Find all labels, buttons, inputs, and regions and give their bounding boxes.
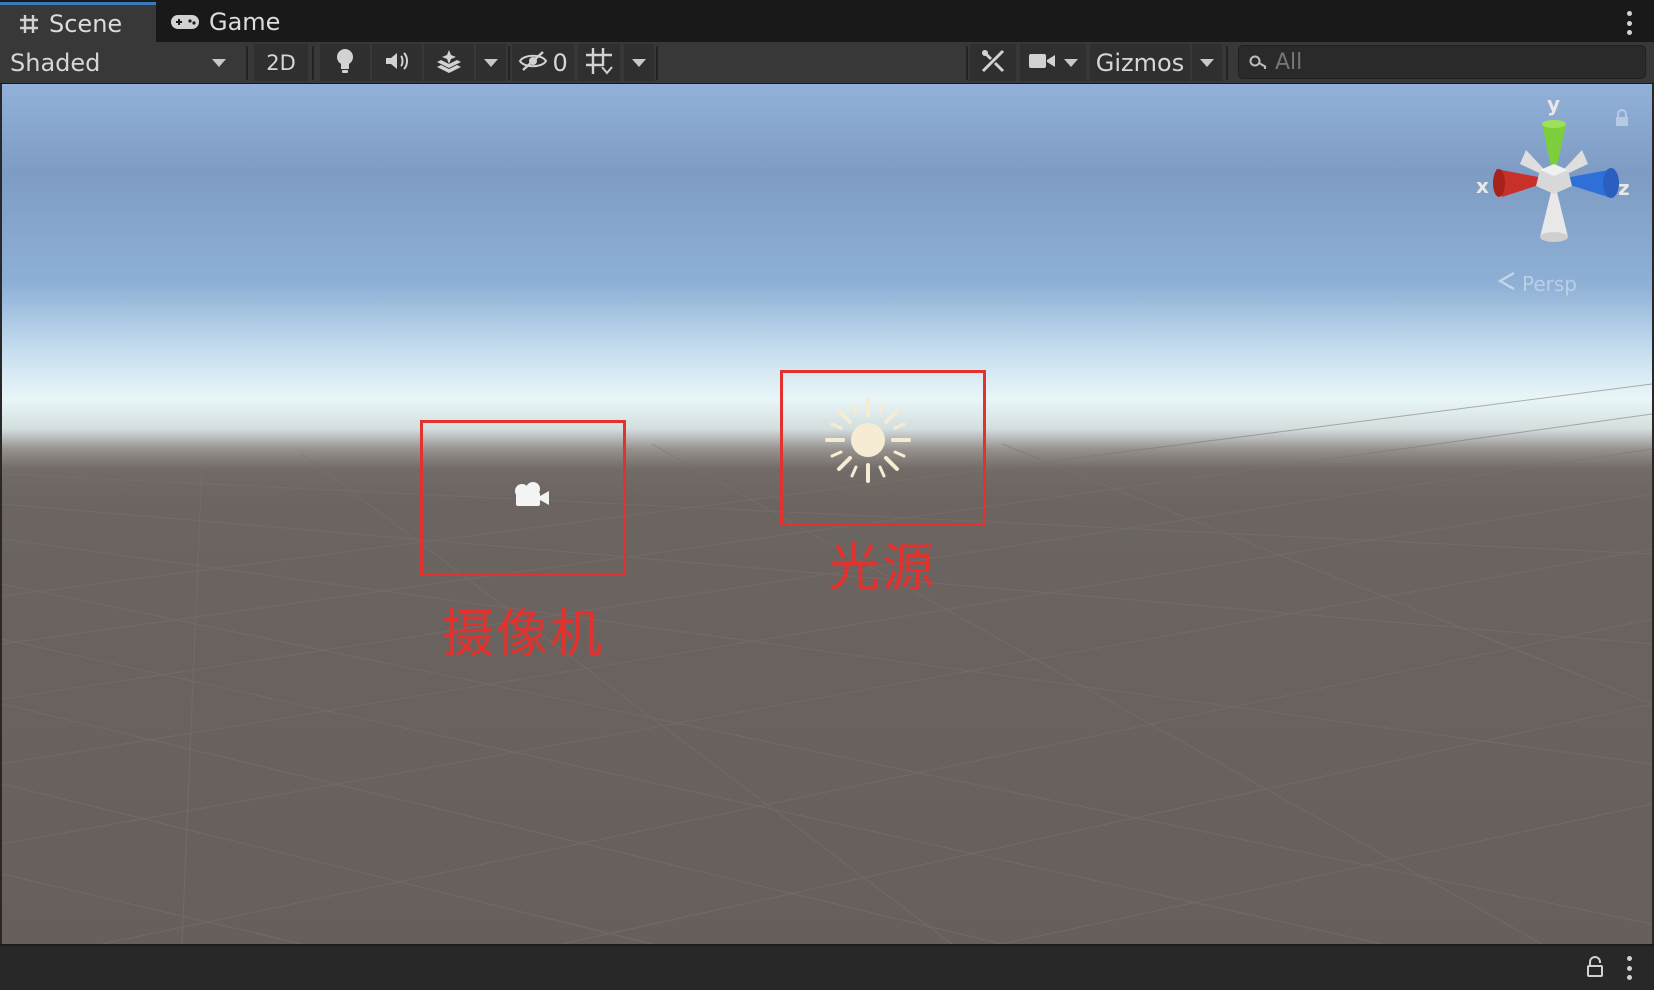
toolbar-divider — [656, 46, 658, 80]
tab-game[interactable]: Game — [170, 2, 280, 42]
effects-dropdown-button[interactable] — [476, 44, 506, 81]
toggle-2d-button[interactable]: 2D — [254, 44, 308, 81]
lock-icon[interactable] — [1586, 956, 1604, 982]
audio-toggle-button[interactable] — [372, 44, 422, 81]
toolbar-divider — [312, 46, 314, 80]
lightbulb-icon — [334, 47, 356, 79]
chevron-down-icon — [1200, 58, 1214, 67]
wrench-tools-icon — [980, 48, 1006, 78]
tab-scene-label: Scene — [49, 9, 123, 38]
speaker-icon — [383, 50, 411, 76]
effects-toggle-button[interactable] — [424, 44, 474, 81]
axis-y-label: y — [1547, 92, 1561, 116]
toolbar-divider — [246, 46, 248, 80]
tab-game-label: Game — [209, 8, 281, 36]
video-camera-icon — [1028, 51, 1056, 75]
chevron-down-icon — [484, 58, 498, 67]
chevron-left-icon — [1496, 270, 1518, 297]
grid-snap-icon — [585, 47, 613, 79]
bottom-bar — [0, 944, 1654, 990]
toolbar-divider — [966, 46, 968, 80]
scene-search-field[interactable] — [1238, 45, 1646, 79]
effects-layers-icon — [435, 48, 463, 78]
unity-scene-window: Scene Game Shaded 2D 0 Gizmos All 摄像机 光源… — [0, 0, 1654, 990]
grid-toggle-button[interactable] — [578, 44, 620, 81]
toolbar-divider — [1226, 46, 1228, 80]
hidden-objects-toggle[interactable]: 0 — [512, 44, 574, 81]
chevron-down-icon — [1064, 58, 1078, 67]
axis-x-label: x — [1476, 174, 1489, 198]
scene-toolbar: Shaded 2D 0 Gizmos All — [0, 42, 1654, 84]
panel-menu-icon[interactable] — [1626, 956, 1632, 980]
gizmos-dropdown-button[interactable] — [1192, 44, 1222, 81]
chevron-down-icon — [212, 58, 226, 67]
tab-bar: Scene Game — [0, 0, 1654, 42]
chevron-down-icon — [632, 58, 646, 67]
search-input[interactable] — [1275, 49, 1635, 75]
lock-icon[interactable] — [1614, 108, 1630, 132]
scene-viewport[interactable]: 摄像机 光源 y x z Persp — [2, 84, 1652, 944]
axis-z-label: z — [1618, 176, 1630, 200]
tab-menu-icon[interactable] — [1626, 11, 1632, 35]
scene-camera-dropdown[interactable] — [1020, 44, 1086, 81]
gamepad-icon — [170, 13, 200, 31]
hidden-count: 0 — [552, 48, 568, 77]
lighting-toggle-button[interactable] — [320, 44, 370, 81]
toolbar-divider — [508, 46, 510, 80]
light-annotation-label: 光源 — [828, 539, 937, 599]
grid-dropdown-button[interactable] — [624, 44, 654, 81]
light-annotation-box — [780, 370, 986, 526]
draw-mode-dropdown[interactable]: Shaded — [0, 44, 240, 81]
draw-mode-value: Shaded — [10, 48, 101, 77]
grid-icon — [18, 13, 40, 35]
tab-scene[interactable]: Scene — [0, 2, 156, 42]
camera-annotation-box — [420, 420, 626, 576]
eye-slash-icon — [518, 50, 548, 76]
search-icon — [1249, 54, 1269, 70]
gizmos-button[interactable]: Gizmos — [1090, 44, 1190, 81]
projection-toggle[interactable]: Persp — [1496, 270, 1577, 297]
camera-annotation-label: 摄像机 — [442, 605, 605, 665]
tools-button[interactable] — [970, 44, 1016, 81]
projection-label: Persp — [1522, 271, 1577, 296]
